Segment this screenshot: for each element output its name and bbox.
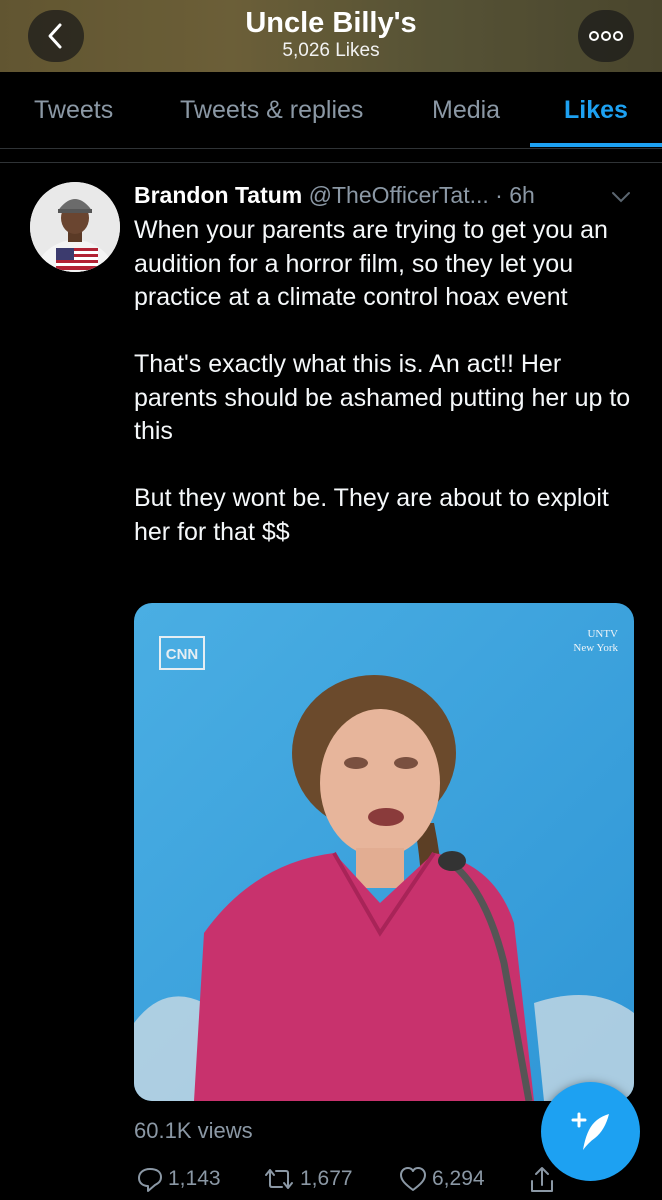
tab-tweets[interactable]: Tweets [34,96,113,125]
profile-name: Uncle Billy's [245,7,417,39]
reply-button[interactable]: 1,143 [136,1165,221,1193]
tweet-text: When your parents are trying to get you … [134,214,634,583]
tabs-divider [0,148,662,163]
likes-count: 5,026 Likes [282,40,380,61]
video-frame: CNN UNTV New York [134,603,634,1101]
retweet-count: 1,677 [300,1167,353,1190]
compose-feather-icon [571,1112,609,1150]
author-handle[interactable]: @TheOfficerTat... [309,182,489,208]
more-options-icon [589,31,623,41]
tweet-paragraph: That's exactly what this is. An act!! He… [134,350,631,445]
active-tab-indicator [530,143,662,147]
heart-icon [400,1167,426,1191]
tab-likes[interactable]: Likes [564,96,628,125]
chevron-down-icon[interactable] [610,190,632,204]
reply-icon [138,1168,162,1192]
tweet-time: 6h [509,182,535,208]
share-icon [531,1167,553,1192]
like-button[interactable]: 6,294 [398,1165,485,1193]
author-name[interactable]: Brandon Tatum [134,182,302,208]
author-avatar[interactable] [30,182,120,272]
new-york-watermark: New York [573,642,618,654]
more-options-button[interactable] [578,10,634,62]
tweet-paragraph: When your parents are trying to get you … [134,216,608,311]
compose-tweet-button[interactable] [541,1082,640,1181]
profile-tabs: Tweets Tweets & replies Media Likes [0,72,662,149]
tweet-separator: · [495,182,510,208]
tab-tweets-replies[interactable]: Tweets & replies [180,96,363,125]
untv-watermark: UNTV [587,628,618,640]
tweet-video[interactable]: CNN UNTV New York [134,603,634,1101]
profile-header: Uncle Billy's 5,026 Likes [0,0,662,72]
tab-media[interactable]: Media [432,96,500,125]
share-button[interactable] [528,1165,560,1195]
tweet-paragraph: But they wont be. They are about to expl… [134,484,609,546]
tweet-header: Brandon Tatum @TheOfficerTat... · 6h [134,182,535,214]
cnn-watermark: CNN [166,646,199,663]
retweet-icon [265,1169,293,1189]
retweet-button[interactable]: 1,677 [262,1165,353,1193]
reply-count: 1,143 [168,1167,221,1190]
like-count: 6,294 [432,1167,485,1190]
view-count: 60.1K views [134,1118,253,1143]
